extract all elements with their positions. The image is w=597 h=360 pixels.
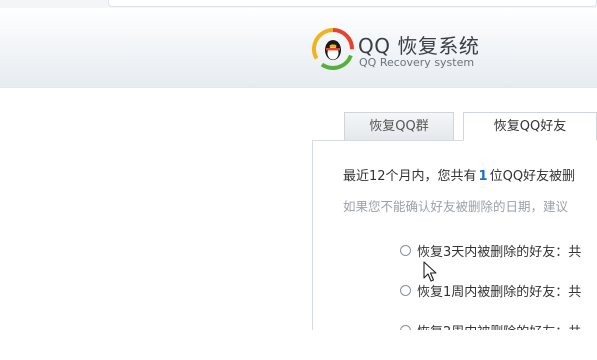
tab-recover-friends[interactable]: 恢复QQ好友 [463, 112, 597, 141]
app-subtitle: QQ Recovery system [359, 56, 475, 69]
option-label: 恢复1周内被删除的好友：共 [417, 285, 582, 300]
summary-suffix: 位QQ好友被删 [489, 169, 576, 184]
top-strip [0, 0, 597, 8]
radio-button[interactable] [400, 325, 411, 330]
hint-text: 如果您不能确认好友被删除的日期，建议 [343, 199, 569, 214]
radio-button[interactable] [400, 285, 411, 296]
summary-line: 最近12个月内，您共有 1 位QQ好友被删 [343, 165, 575, 184]
mouse-cursor-icon [423, 261, 437, 282]
option-3-days[interactable]: 恢复3天内被删除的好友：共 [400, 241, 581, 260]
deleted-friend-count: 1 [478, 169, 488, 184]
header: QQ 恢复系统 QQ Recovery system [0, 8, 597, 88]
friends-panel: 最近12个月内，您共有 1 位QQ好友被删 如果您不能确认好友被删除的日期，建议 恢… [312, 140, 597, 330]
option-1-week[interactable]: 恢复1周内被删除的好友：共 [400, 281, 581, 300]
option-label: 恢复2周内被删除的好友：共 [417, 321, 581, 330]
radio-button[interactable] [400, 245, 411, 256]
option-label: 恢复3天内被删除的好友：共 [417, 245, 582, 260]
tab-recover-groups[interactable]: 恢复QQ群 [344, 112, 454, 140]
qq-penguin-logo-icon [312, 28, 354, 70]
address-bar[interactable] [108, 0, 597, 7]
option-2-weeks[interactable]: 恢复2周内被删除的好友：共 [400, 321, 581, 330]
app-title: QQ 恢复系统 [358, 34, 480, 58]
summary-prefix: 最近12个月内，您共有 [343, 169, 477, 184]
